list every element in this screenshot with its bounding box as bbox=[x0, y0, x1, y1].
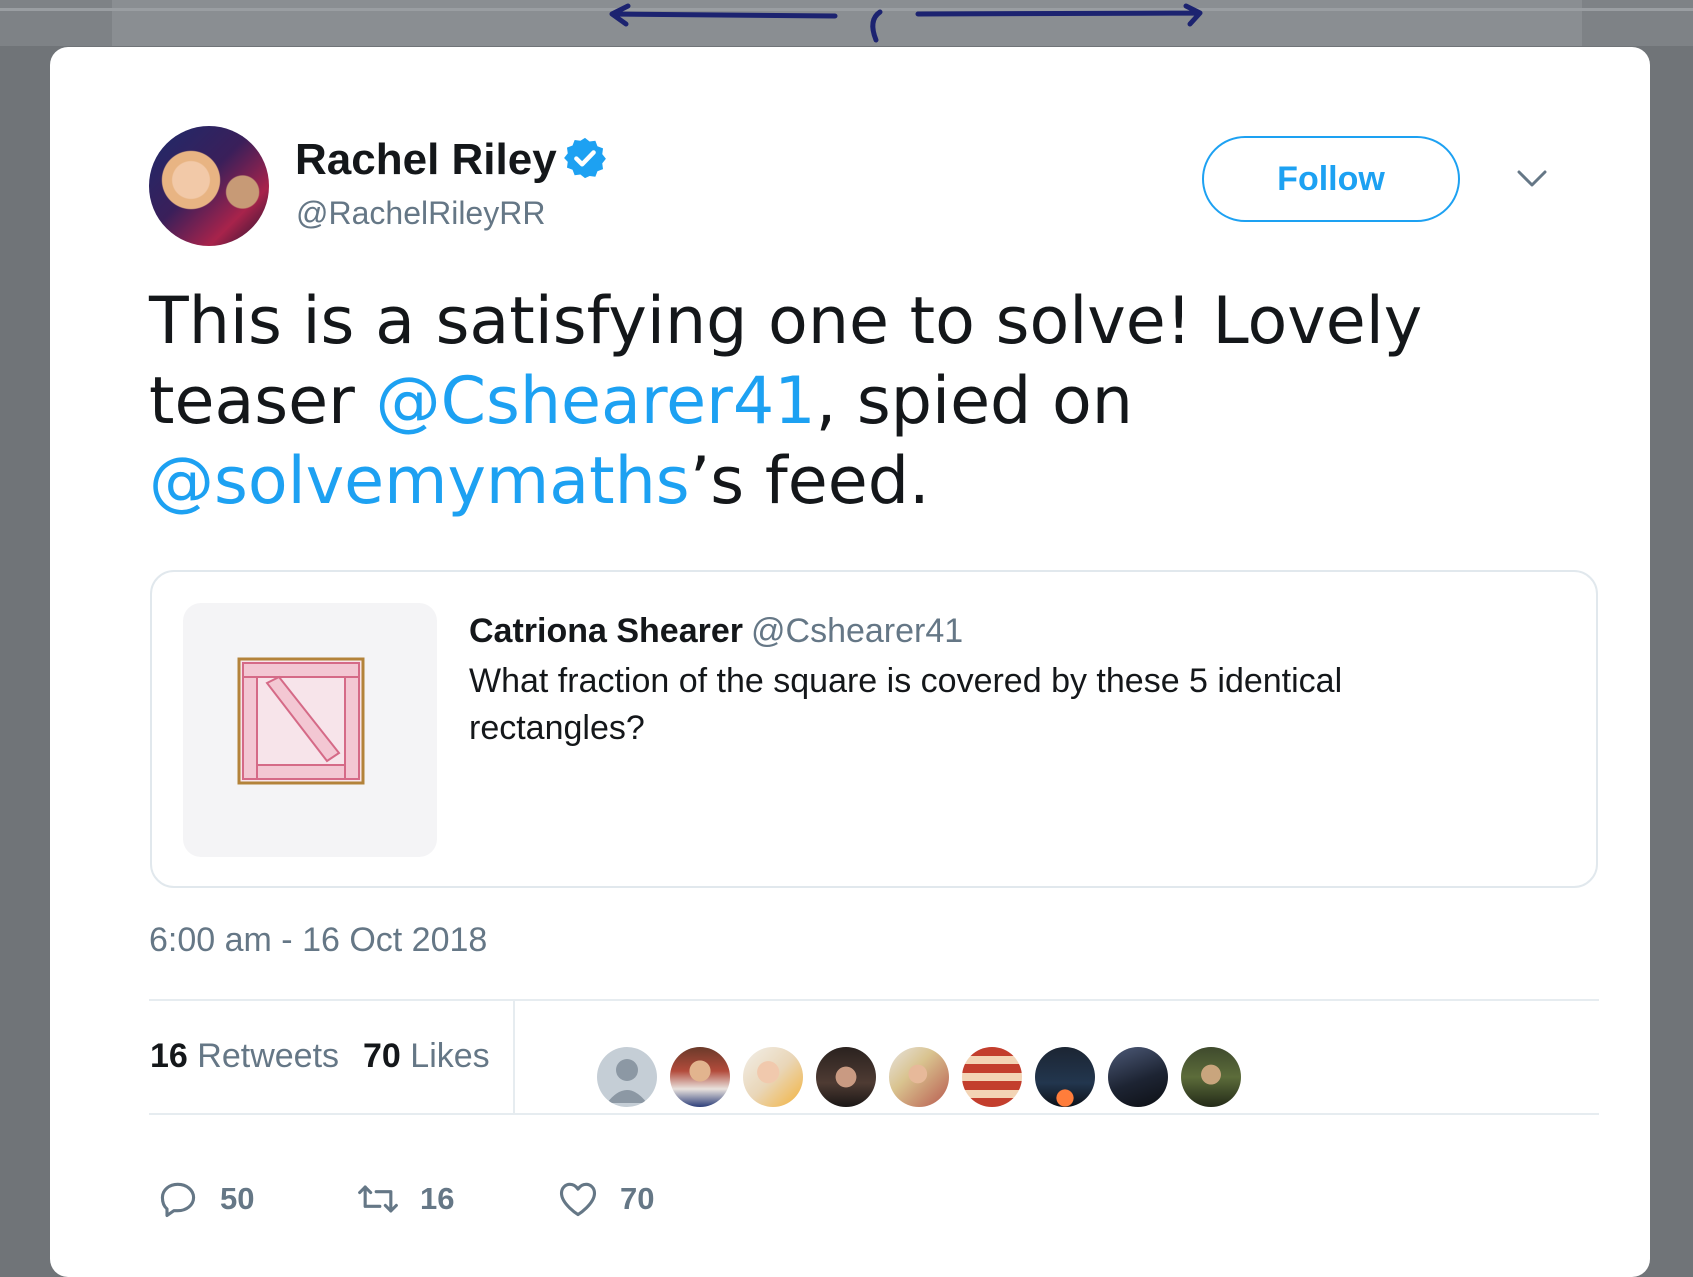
liker-avatars bbox=[597, 1047, 1241, 1107]
chevron-down-icon[interactable] bbox=[1515, 165, 1549, 191]
retweet-count: 16 bbox=[420, 1181, 455, 1216]
liker-avatar[interactable] bbox=[1181, 1047, 1241, 1107]
liker-avatar[interactable] bbox=[1108, 1047, 1168, 1107]
tweet-text-part: , spied on bbox=[815, 364, 1133, 439]
background-arrow-sketch bbox=[609, 3, 1203, 43]
quoted-tweet-image[interactable] bbox=[183, 603, 437, 857]
retweet-icon bbox=[358, 1185, 398, 1213]
quoted-tweet-author: Catriona Shearer @Cshearer41 bbox=[469, 612, 963, 651]
divider bbox=[513, 1001, 515, 1113]
liker-avatar[interactable] bbox=[597, 1047, 657, 1107]
divider bbox=[149, 999, 1599, 1001]
background-document bbox=[0, 0, 1693, 46]
retweet-button[interactable]: 16 bbox=[356, 1177, 454, 1221]
liker-avatar[interactable] bbox=[962, 1047, 1022, 1107]
reply-count: 50 bbox=[220, 1181, 255, 1216]
follow-button[interactable]: Follow bbox=[1202, 136, 1460, 222]
reply-button[interactable]: 50 bbox=[156, 1177, 254, 1221]
verified-icon bbox=[564, 137, 606, 179]
mention-link[interactable]: @Cshearer41 bbox=[376, 364, 816, 439]
reply-icon bbox=[160, 1182, 196, 1218]
liker-avatar[interactable] bbox=[670, 1047, 730, 1107]
tweet-text-part: ’s feed. bbox=[689, 444, 930, 519]
mention-link[interactable]: @solvemymaths bbox=[149, 444, 690, 519]
like-count: 70 bbox=[620, 1181, 655, 1216]
quoted-tweet-text: What fraction of the square is covered b… bbox=[469, 662, 1343, 747]
likes-stat[interactable]: 70 Likes bbox=[363, 1037, 490, 1075]
tweet-actions: 50 16 70 bbox=[156, 1177, 856, 1237]
quoted-tweet[interactable]: Catriona Shearer @Cshearer41 What fractio… bbox=[150, 570, 1598, 888]
liker-avatar[interactable] bbox=[1035, 1047, 1095, 1107]
tweet-card: Rachel Riley @RachelRileyRR Follow This … bbox=[50, 47, 1650, 1277]
square-puzzle-drawing bbox=[237, 657, 365, 785]
tweet-text: This is a satisfying one to solve! Lovel… bbox=[149, 282, 1589, 522]
likes-count: 70 bbox=[363, 1037, 401, 1075]
like-button[interactable]: 70 bbox=[556, 1177, 654, 1221]
quoted-author-handle: @Cshearer41 bbox=[751, 612, 964, 650]
retweets-label: Retweets bbox=[197, 1037, 340, 1075]
author-avatar[interactable] bbox=[149, 126, 269, 246]
tweet-timestamp[interactable]: 6:00 am - 16 Oct 2018 bbox=[149, 921, 487, 960]
heart-icon bbox=[559, 1182, 597, 1217]
likes-label: Likes bbox=[410, 1037, 490, 1075]
tweet-stats: 16 Retweets 70 Likes bbox=[150, 1037, 490, 1076]
liker-avatar[interactable] bbox=[743, 1047, 803, 1107]
retweets-stat[interactable]: 16 Retweets bbox=[150, 1037, 339, 1075]
liker-avatar[interactable] bbox=[816, 1047, 876, 1107]
liker-avatar[interactable] bbox=[889, 1047, 949, 1107]
quoted-author-name: Catriona Shearer bbox=[469, 612, 743, 650]
author-handle[interactable]: @RachelRileyRR bbox=[296, 195, 545, 232]
divider bbox=[149, 1113, 1599, 1115]
author-name[interactable]: Rachel Riley bbox=[295, 135, 557, 185]
retweets-count: 16 bbox=[150, 1037, 188, 1075]
